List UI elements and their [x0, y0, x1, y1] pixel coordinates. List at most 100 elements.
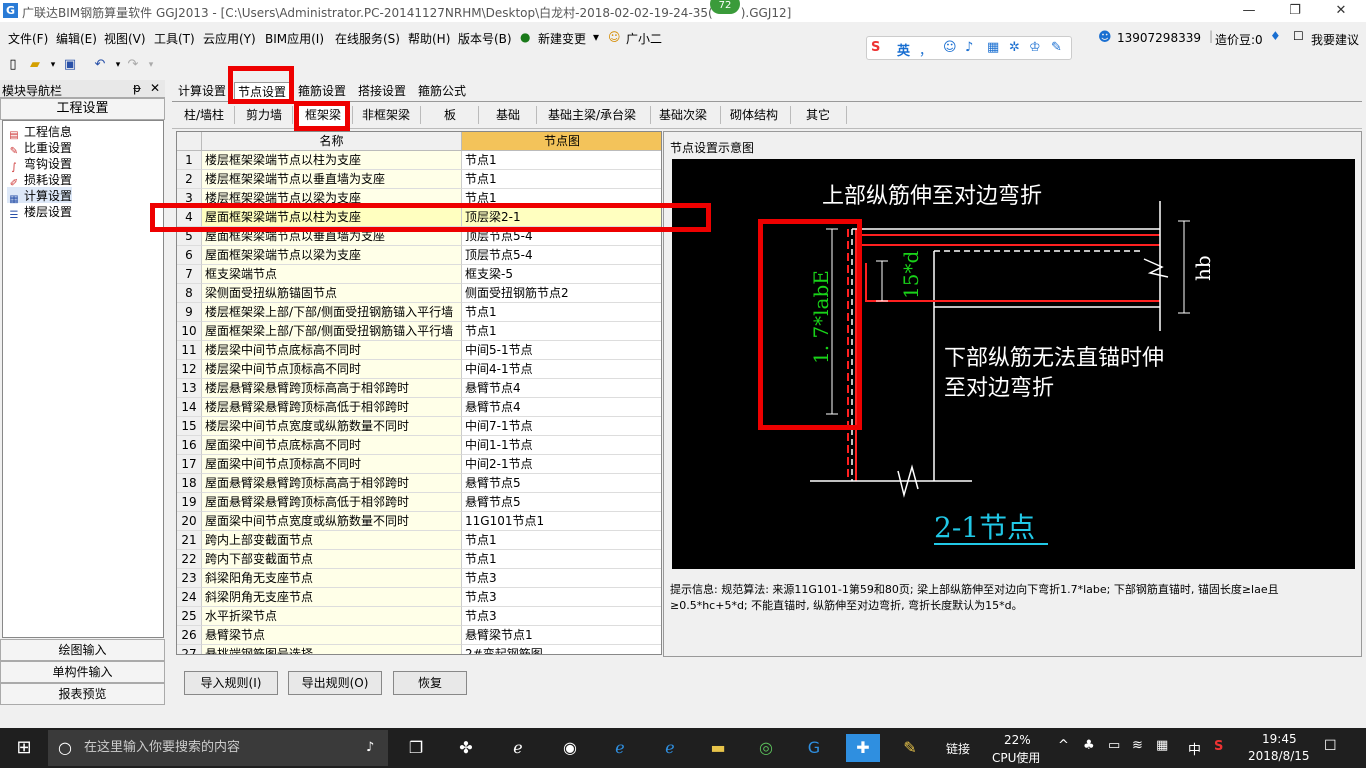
- subtab-non-frame-beam[interactable]: 非框架梁: [358, 103, 414, 127]
- menu-edit[interactable]: 编辑(E): [56, 30, 97, 47]
- microphone-icon[interactable]: ♪: [965, 40, 973, 55]
- windows-start-icon[interactable]: ⊞: [10, 734, 38, 762]
- tab-lap-settings[interactable]: 搭接设置: [355, 82, 409, 101]
- minimize-icon[interactable]: —: [1226, 0, 1272, 22]
- row-node-select[interactable]: 节点3: [462, 569, 661, 588]
- nav-item-floor[interactable]: ☰ 楼层设置: [7, 203, 73, 221]
- table-row[interactable]: 3 楼层框架梁端节点以梁为支座 节点1: [177, 189, 661, 208]
- pin-icon[interactable]: ᵽ: [133, 81, 141, 95]
- subtab-other[interactable]: 其它: [796, 103, 840, 127]
- menu-view[interactable]: 视图(V): [104, 30, 146, 47]
- row-node-select[interactable]: 节点3: [462, 588, 661, 607]
- row-node-select[interactable]: 顶层节点5-4: [462, 246, 661, 265]
- row-node-select[interactable]: 节点3: [462, 607, 661, 626]
- notification-badge[interactable]: 72: [710, 0, 740, 14]
- row-node-select[interactable]: 顶层梁2-1: [462, 208, 661, 227]
- row-node-select[interactable]: 悬臂节点5: [462, 474, 661, 493]
- table-row[interactable]: 22 跨内下部变截面节点 节点1: [177, 550, 661, 569]
- nav-drawing-input[interactable]: 绘图输入: [0, 639, 165, 661]
- undo-icon[interactable]: ↶: [92, 57, 108, 73]
- table-row[interactable]: 13 楼层悬臂梁悬臂跨顶标高高于相邻跨时 悬臂节点4: [177, 379, 661, 398]
- row-node-select[interactable]: 中间5-1节点: [462, 341, 661, 360]
- subtab-foundation-secondary-beam[interactable]: 基础次梁: [654, 103, 712, 127]
- assistant-icon[interactable]: ☺: [608, 30, 621, 44]
- taskbar-search[interactable]: ○ 在这里输入你要搜索的内容 ♪: [48, 730, 388, 766]
- microphone-icon[interactable]: ♪: [366, 730, 374, 766]
- table-row[interactable]: 11 楼层梁中间节点底标高不同时 中间5-1节点: [177, 341, 661, 360]
- ie-icon[interactable]: ℯ: [656, 734, 684, 762]
- keyboard-icon[interactable]: ▦: [987, 40, 999, 55]
- nav-report-preview[interactable]: 报表预览: [0, 683, 165, 705]
- action-center-icon[interactable]: ☐: [1324, 738, 1337, 754]
- subtab-shear-wall[interactable]: 剪力墙: [240, 103, 288, 127]
- open-dropdown-icon[interactable]: ▾: [45, 57, 61, 73]
- row-node-select[interactable]: 节点1: [462, 189, 661, 208]
- tab-node-settings[interactable]: 节点设置: [234, 82, 291, 101]
- row-node-select[interactable]: 节点1: [462, 531, 661, 550]
- row-node-select[interactable]: 中间4-1节点: [462, 360, 661, 379]
- table-row[interactable]: 25 水平折梁节点 节点3: [177, 607, 661, 626]
- subtab-column[interactable]: 柱/墙柱: [176, 103, 232, 127]
- tab-stirrup-formula[interactable]: 箍筋公式: [415, 82, 469, 101]
- clock-date[interactable]: 2018/8/15: [1248, 749, 1310, 763]
- emoji-icon[interactable]: ☺: [943, 40, 957, 55]
- subtab-frame-beam[interactable]: 框架梁: [298, 103, 348, 127]
- row-node-select[interactable]: 节点1: [462, 151, 661, 170]
- menu-version[interactable]: 版本号(B): [458, 30, 512, 47]
- nav-item-project-info[interactable]: ▤ 工程信息: [7, 123, 72, 141]
- chrome-like-icon[interactable]: ◉: [556, 734, 584, 762]
- new-change-icon[interactable]: ●: [520, 30, 530, 44]
- table-row[interactable]: 14 楼层悬臂梁悬臂跨顶标高低于相邻跨时 悬臂节点4: [177, 398, 661, 417]
- tab-calculation-settings[interactable]: 计算设置: [175, 82, 229, 101]
- table-row[interactable]: 9 楼层框架梁上部/下部/侧面受扭钢筋锚入平行墙 节点1: [177, 303, 661, 322]
- shirt-icon[interactable]: ♔: [1029, 40, 1041, 55]
- nav-item-density[interactable]: ✎ 比重设置: [7, 139, 72, 157]
- sogou-tray-icon[interactable]: S: [1214, 739, 1223, 754]
- row-node-select[interactable]: 顶层节点5-4: [462, 227, 661, 246]
- nav-section-project-settings[interactable]: 工程设置: [0, 98, 165, 120]
- open-folder-icon[interactable]: ▰: [27, 57, 43, 73]
- table-row[interactable]: 12 楼层梁中间节点顶标高不同时 中间4-1节点: [177, 360, 661, 379]
- edge-icon[interactable]: ℯ: [606, 734, 634, 762]
- menu-help[interactable]: 帮助(H): [408, 30, 450, 47]
- close-icon[interactable]: ✕: [1318, 0, 1364, 22]
- table-row[interactable]: 27 悬挑端钢筋图号选择 2#弯起钢筋图: [177, 645, 661, 654]
- undo-dropdown-icon[interactable]: ▾: [110, 57, 126, 73]
- clock-time[interactable]: 19:45: [1262, 732, 1297, 746]
- subtab-foundation-main-beam[interactable]: 基础主梁/承台梁: [542, 103, 642, 127]
- panel-close-icon[interactable]: ✕: [150, 81, 160, 95]
- menu-tools[interactable]: 工具(T): [154, 30, 195, 47]
- row-node-select[interactable]: 11G101节点1: [462, 512, 661, 531]
- table-row[interactable]: 4 屋面框架梁端节点以柱为支座 顶层梁2-1: [177, 208, 661, 227]
- file-explorer-icon[interactable]: ▬: [704, 734, 732, 762]
- menu-online[interactable]: 在线服务(S): [335, 30, 400, 47]
- feedback-icon[interactable]: ☐: [1293, 29, 1304, 43]
- active-app-icon[interactable]: ✚: [846, 734, 880, 762]
- menu-new-change[interactable]: 新建变更: [538, 30, 586, 47]
- row-node-select[interactable]: 节点1: [462, 303, 661, 322]
- row-node-select[interactable]: 侧面受扭钢筋节点2: [462, 284, 661, 303]
- new-file-icon[interactable]: ▯: [5, 57, 21, 73]
- battery-icon[interactable]: ▭: [1108, 738, 1120, 753]
- link-label[interactable]: 链接: [946, 740, 970, 757]
- skin-icon[interactable]: ✲: [1009, 40, 1020, 55]
- table-row[interactable]: 15 楼层梁中间节点宽度或纵筋数量不同时 中间7-1节点: [177, 417, 661, 436]
- table-row[interactable]: 19 屋面悬臂梁悬臂跨顶标高低于相邻跨时 悬臂节点5: [177, 493, 661, 512]
- table-row[interactable]: 1 楼层框架梁端节点以柱为支座 节点1: [177, 151, 661, 170]
- menu-cloud[interactable]: 云应用(Y): [203, 30, 256, 47]
- save-icon[interactable]: ▣: [62, 57, 78, 73]
- table-row[interactable]: 21 跨内上部变截面节点 节点1: [177, 531, 661, 550]
- tab-stirrup-settings[interactable]: 箍筋设置: [295, 82, 349, 101]
- menu-file[interactable]: 文件(F): [8, 30, 48, 47]
- export-rules-button[interactable]: 导出规则(O): [288, 671, 382, 695]
- notepad-icon[interactable]: ✎: [896, 734, 924, 762]
- restore-icon[interactable]: ❐: [1272, 0, 1318, 22]
- browser-e-icon[interactable]: ℯ: [504, 734, 532, 762]
- wifi-icon[interactable]: ≋: [1132, 738, 1143, 753]
- row-node-select[interactable]: 悬臂节点4: [462, 379, 661, 398]
- table-row[interactable]: 6 屋面框架梁端节点以梁为支座 顶层节点5-4: [177, 246, 661, 265]
- table-row[interactable]: 10 屋面框架梁上部/下部/侧面受扭钢筋锚入平行墙 节点1: [177, 322, 661, 341]
- table-row[interactable]: 7 框支梁端节点 框支梁-5: [177, 265, 661, 284]
- glodon-g-icon[interactable]: G: [800, 734, 828, 762]
- dropdown-arrow-icon[interactable]: ▾: [593, 30, 599, 44]
